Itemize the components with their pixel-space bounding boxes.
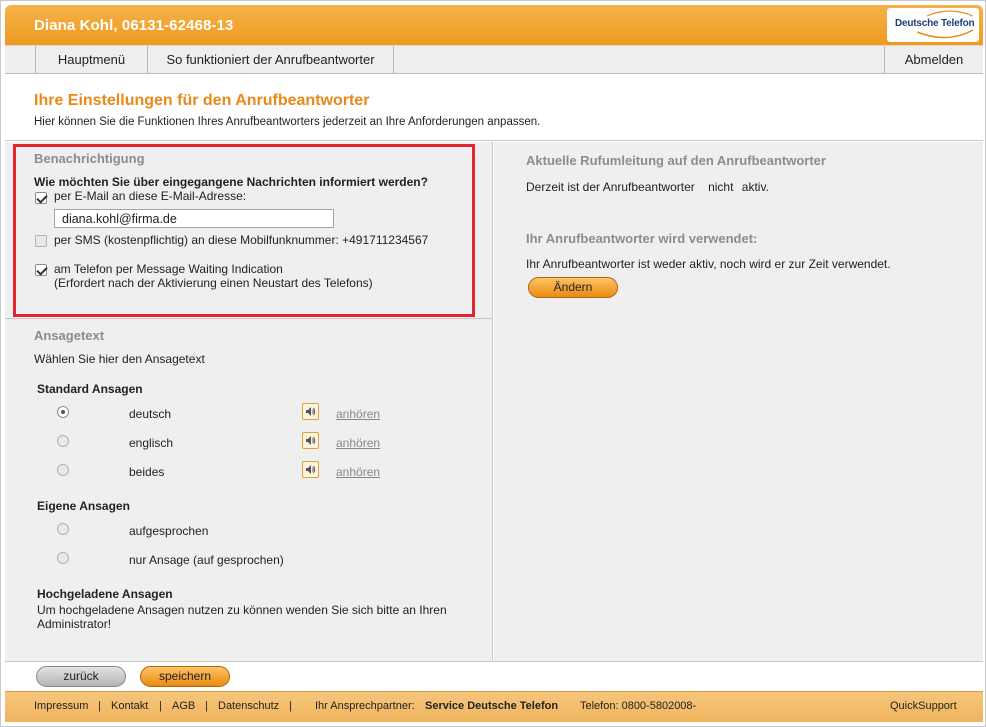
notification-highlight-box (13, 144, 475, 317)
radio-announcement-only[interactable] (57, 552, 69, 564)
forwarding-status-prefix: Derzeit ist der Anrufbeantworter (526, 180, 695, 194)
page-subtitle: Hier können Sie die Funktionen Ihres Anr… (34, 116, 541, 128)
uploaded-greetings-heading: Hochgeladene Ansagen (37, 587, 173, 601)
nav-how-it-works[interactable]: So funktioniert der Anrufbeantworter (148, 46, 394, 74)
forwarding-status: Derzeit ist der Anrufbeantworter nicht a… (526, 180, 769, 194)
radio-beides[interactable] (57, 464, 69, 476)
option-label-recorded: aufgesprochen (129, 524, 209, 538)
footer-bar: Impressum | Kontakt | AGB | Datenschutz … (5, 691, 983, 722)
greeting-intro: Wählen Sie hier den Ansagetext (34, 352, 205, 366)
listen-link-beides[interactable]: anhören (336, 465, 380, 479)
section-divider (5, 318, 493, 319)
sms-label: per SMS (kostenpflichtig) an diese Mobil… (54, 233, 429, 247)
option-label-announcement-only: nur Ansage (auf gesprochen) (129, 553, 284, 567)
forwarding-heading: Aktuelle Rufumleitung auf den Anrufbeant… (526, 153, 826, 168)
brand-logo: Deutsche Telefon (887, 8, 979, 42)
greeting-heading: Ansagetext (34, 328, 105, 343)
notification-question: Wie möchten Sie über eingegangene Nachri… (34, 175, 428, 189)
mwi-note: (Erfordert nach der Aktivierung einen Ne… (54, 276, 373, 290)
app-frame: Diana Kohl, 06131-62468-13 Deutsche Tele… (0, 0, 986, 727)
radio-recorded[interactable] (57, 523, 69, 535)
change-button[interactable]: Ändern (528, 277, 618, 298)
nav-logout[interactable]: Abmelden (884, 46, 983, 74)
save-button[interactable]: speichern (140, 666, 230, 687)
page-title: Ihre Einstellungen für den Anrufbeantwor… (34, 92, 370, 109)
footer-separator: | (98, 700, 101, 712)
main-nav: Hauptmenü So funktioniert der Anrufbeant… (5, 45, 983, 74)
usage-heading: Ihr Anrufbeantworter wird verwendet: (526, 231, 758, 246)
footer-link-contact[interactable]: Kontakt (111, 700, 148, 712)
speaker-icon[interactable] (302, 461, 319, 478)
right-panel: Aktuelle Rufumleitung auf den Anrufbeant… (494, 142, 983, 661)
footer-separator: | (205, 700, 208, 712)
notification-heading: Benachrichtigung (34, 151, 145, 166)
footer-link-terms[interactable]: AGB (172, 700, 195, 712)
speaker-icon[interactable] (302, 403, 319, 420)
mwi-checkbox[interactable] (35, 264, 47, 276)
option-label-englisch: englisch (129, 436, 174, 450)
usage-text: Ihr Anrufbeantworter ist weder aktiv, no… (526, 257, 891, 271)
standard-greetings-heading: Standard Ansagen (37, 382, 143, 396)
user-info: Diana Kohl, 06131-62468-13 (34, 17, 234, 34)
mwi-label: am Telefon per Message Waiting Indicatio… (54, 262, 283, 276)
listen-link-deutsch[interactable]: anhören (336, 407, 380, 421)
own-greetings-heading: Eigene Ansagen (37, 499, 130, 513)
footer-separator: | (289, 700, 292, 712)
email-label: per E-Mail an diese E-Mail-Adresse: (54, 189, 247, 203)
speaker-icon[interactable] (302, 432, 319, 449)
uploaded-greetings-text-line1: Um hochgeladene Ansagen nutzen zu können… (37, 603, 447, 617)
forwarding-status-word: nicht (708, 180, 734, 194)
left-panel: Benachrichtigung Wie möchten Sie über ei… (5, 142, 493, 661)
option-label-deutsch: deutsch (129, 407, 172, 421)
email-input[interactable] (54, 209, 334, 228)
footer-separator: | (159, 700, 162, 712)
radio-deutsch[interactable] (57, 406, 69, 418)
option-label-beides: beides (129, 465, 165, 479)
forwarding-status-suffix: aktiv. (741, 180, 769, 194)
listen-link-englisch[interactable]: anhören (336, 436, 380, 450)
nav-main-menu[interactable]: Hauptmenü (35, 46, 148, 74)
footer-link-privacy[interactable]: Datenschutz (218, 700, 279, 712)
action-bar: zurück speichern (5, 661, 983, 691)
sms-checkbox[interactable] (35, 235, 47, 247)
uploaded-greetings-text-line2: Administrator! (37, 617, 112, 631)
footer-contact-person: Service Deutsche Telefon (425, 700, 559, 712)
footer-contact-person-label: Ihr Ansprechpartner: (315, 700, 415, 712)
email-checkbox[interactable] (35, 192, 47, 204)
logo-text: Deutsche Telefon (895, 18, 975, 29)
back-button[interactable]: zurück (36, 666, 126, 687)
footer-link-imprint[interactable]: Impressum (34, 700, 88, 712)
header-bar: Diana Kohl, 06131-62468-13 Deutsche Tele… (5, 5, 983, 45)
intro-section: Ihre Einstellungen für den Anrufbeantwor… (5, 75, 983, 141)
footer-phone: Telefon: 0800-5802008- (580, 700, 697, 712)
footer-link-quicksupport[interactable]: QuickSupport (890, 700, 957, 712)
radio-englisch[interactable] (57, 435, 69, 447)
